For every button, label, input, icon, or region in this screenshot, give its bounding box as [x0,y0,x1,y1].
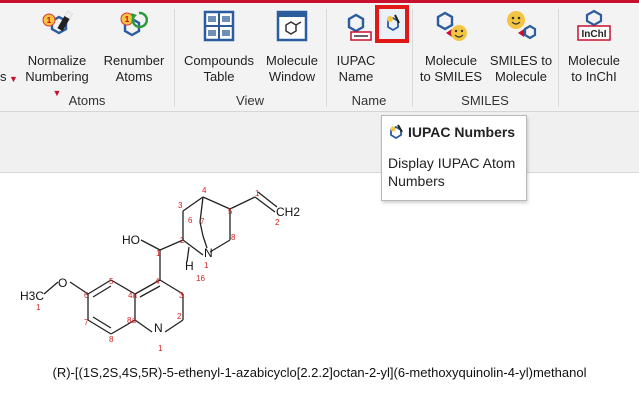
iupac-name-icon [347,13,372,41]
quinoline-nitrogen-label: N [154,321,163,335]
molecule-to-smiles-icon [436,11,467,41]
svg-text:8: 8 [231,233,236,242]
molecule-bonds [43,191,278,335]
bridgehead-nitrogen-label: N [204,246,213,260]
svg-text:6: 6 [188,216,193,225]
svg-text:8a: 8a [127,316,136,325]
compounds-label-line1: Compounds [183,53,255,68]
normalize-label-line1: Normalize [27,53,87,68]
svg-text:2: 2 [275,218,280,227]
svg-text:4: 4 [155,277,160,286]
tooltip-title: IUPAC Numbers [408,124,516,140]
svg-text:8: 8 [109,335,114,344]
svg-text:1: 1 [125,15,130,24]
smiles-to-mol-label-line2: Molecule [494,69,548,84]
iupac-numbers-icon [390,124,403,140]
svg-text:1: 1 [255,189,260,198]
iupac-numbers-button[interactable] [375,5,409,43]
toolbar-strip [0,112,639,172]
vinyl-ch2-label: CH2 [276,205,300,219]
svg-text:2: 2 [180,236,185,245]
mol-to-inchi-label-line2: to InChI [571,69,617,84]
iupac-numbers-tooltip: IUPAC Numbers Display IUPAC Atom Numbers [381,115,527,201]
methyl-label: H3C [20,289,44,303]
renumber-label-line1: Renumber [103,53,165,68]
svg-text:3: 3 [179,291,184,300]
normalize-label-line2: Numbering [25,69,89,84]
renumber-atoms-icon: 1 [120,11,148,37]
svg-text:5: 5 [109,277,114,286]
svg-text:4: 4 [202,186,207,195]
smiles-group-label: SMILES [461,93,509,108]
svg-text:16: 16 [196,274,205,283]
methoxy-oxygen-label: O [58,276,67,290]
svg-text:5: 5 [228,207,233,216]
smiles-to-molecule-icon [507,11,537,40]
molecule-to-inchi-icon: InChI [577,9,611,41]
svg-text:7: 7 [200,217,205,226]
svg-text:InChI: InChI [582,29,607,40]
iupac-name-label-line2: Name [338,69,374,84]
svg-text:2: 2 [177,312,182,321]
normalize-numbering-icon: 1 [42,10,73,35]
svg-text:3: 3 [178,201,183,210]
view-group-label: View [236,93,264,108]
ribbon: s ▼ 1 Normalize Numbering ▼ 1 Renumber A… [0,3,639,112]
svg-text:1: 1 [156,249,161,258]
svg-text:1: 1 [158,344,163,353]
iupac-name-text: (R)-[(1S,2S,4S,5R)-5-ethenyl-1-azabicycl… [52,365,587,380]
mol-to-smiles-label-line1: Molecule [424,53,478,68]
svg-text:1: 1 [204,261,209,270]
molecule-window-label-line2: Window [268,69,316,84]
group-separator [558,9,559,107]
svg-text:1: 1 [47,16,52,25]
mol-to-smiles-label-line2: to SMILES [419,69,483,84]
molecule-window-icon [276,10,308,42]
smiles-to-mol-label-line1: SMILES to [489,53,553,68]
mol-to-inchi-label-line1: Molecule [567,53,621,68]
atoms-group-label: Atoms [68,93,106,108]
compounds-label-line2: Table [203,69,235,84]
tooltip-description: Display IUPAC Atom Numbers [388,155,516,189]
renumber-label-line2: Atoms [115,69,153,84]
svg-text:7: 7 [84,318,89,327]
name-group-label: Name [351,93,387,108]
compounds-table-icon [203,10,235,42]
iupac-name-label-line1: IUPAC [336,53,376,68]
svg-text:4a: 4a [128,291,137,300]
hydroxyl-label: HO [122,233,140,247]
svg-text:1: 1 [36,303,41,312]
molecule-window-label-line1: Molecule [265,53,319,68]
iupac-numbers-icon [387,14,400,32]
svg-text:6: 6 [84,291,89,300]
hydrogen-label: H [185,259,194,273]
